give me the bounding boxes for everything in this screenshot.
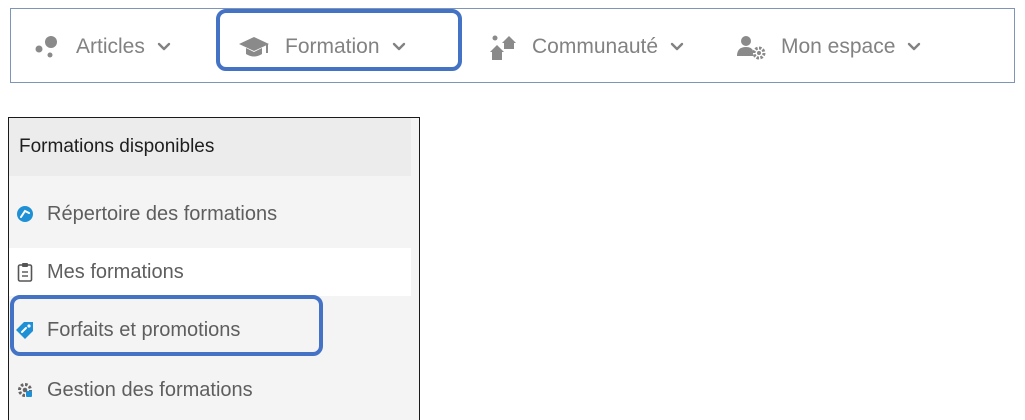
side-item-label: Répertoire des formations <box>47 202 278 225</box>
chevron-down-icon <box>157 42 171 52</box>
chevron-down-icon <box>392 42 406 52</box>
nav-formation[interactable]: Formation <box>238 9 406 84</box>
formations-side-menu: Formations disponibles Répertoire des fo… <box>8 117 420 420</box>
nav-articles-label: Articles <box>76 34 145 58</box>
nav-communaute-label: Communauté <box>532 34 659 58</box>
graduation-cap-icon <box>238 34 270 60</box>
side-item-forfaits-promotions[interactable]: Forfaits et promotions <box>9 306 411 354</box>
nav-mon-espace[interactable]: Mon espace <box>736 9 921 84</box>
side-item-mes-formations[interactable]: Mes formations <box>9 248 411 296</box>
user-gear-icon <box>736 34 766 60</box>
side-item-label: Gestion des formations <box>47 378 253 401</box>
tag-link-icon <box>15 320 35 340</box>
side-menu-header: Formations disponibles <box>9 118 411 176</box>
clipboard-icon <box>15 262 35 282</box>
directory-circle-icon <box>15 204 35 224</box>
side-item-gestion-formations[interactable]: Gestion des formations <box>9 366 411 414</box>
chevron-down-icon <box>907 42 921 52</box>
side-item-label: Mes formations <box>47 260 184 283</box>
dots-icon <box>33 34 61 60</box>
top-navigation: Articles Formation Communauté Mon espace <box>10 8 1015 83</box>
nav-communaute[interactable]: Communauté <box>487 9 684 84</box>
side-item-repertoire[interactable]: Répertoire des formations <box>9 190 411 238</box>
nav-formation-label: Formation <box>285 34 380 58</box>
side-item-label: Forfaits et promotions <box>47 318 241 341</box>
nav-articles[interactable]: Articles <box>33 9 171 84</box>
nav-mon-espace-label: Mon espace <box>781 34 896 58</box>
gear-icon <box>15 380 35 400</box>
chevron-down-icon <box>670 42 684 52</box>
community-houses-icon <box>487 32 517 62</box>
